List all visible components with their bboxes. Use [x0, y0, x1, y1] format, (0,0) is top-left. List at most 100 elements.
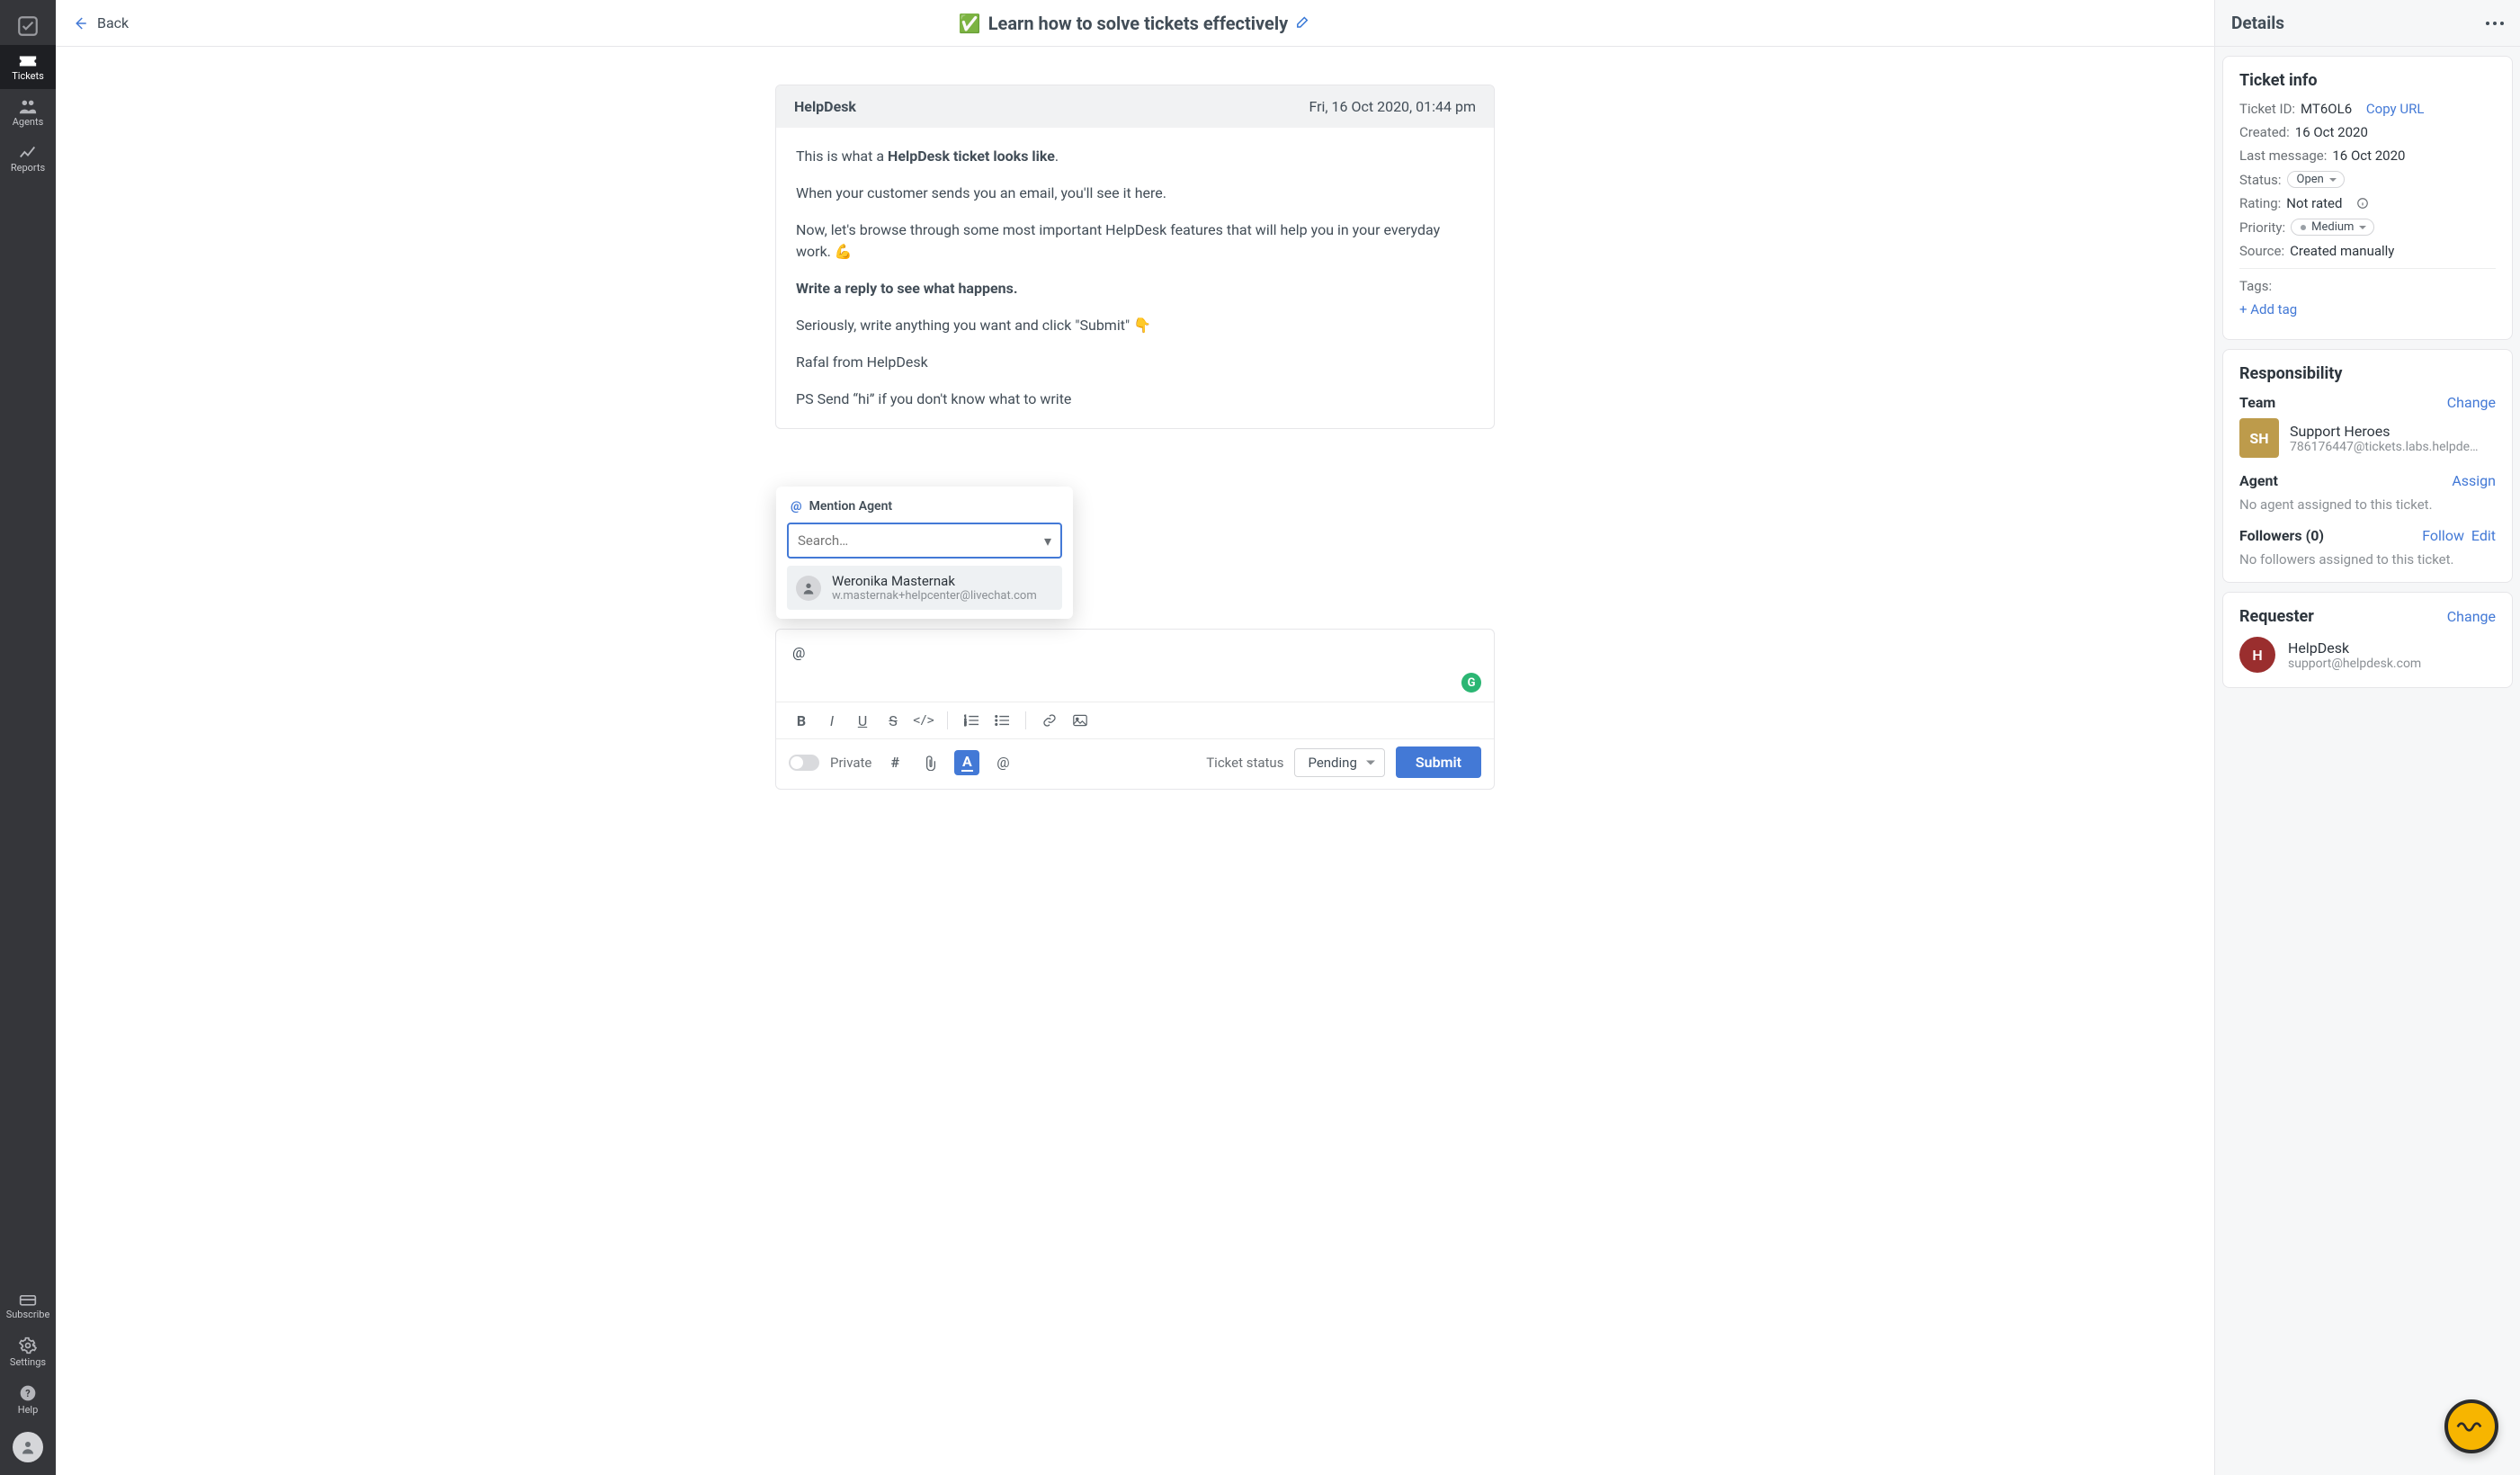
follow-link[interactable]: Follow [2422, 527, 2464, 544]
sidebar-item-label: Settings [10, 1356, 46, 1368]
requester-email: support@helpdesk.com [2288, 657, 2421, 671]
status-pill[interactable]: Open [2287, 171, 2345, 188]
section-title: Team [2239, 394, 2275, 411]
requester-card: RequesterChange H HelpDesk support@helpd… [2222, 592, 2513, 688]
private-toggle[interactable] [789, 755, 819, 771]
sidebar-item-tickets[interactable]: Tickets [0, 45, 56, 89]
field-label: Priority: [2239, 219, 2285, 236]
private-label: Private [830, 755, 871, 771]
italic-button[interactable]: I [819, 708, 844, 733]
reply-box: @ Mention Agent ▾ Weronika [775, 629, 1495, 790]
msg-text: PS Send “hi” if you don't know what to w… [796, 389, 1474, 411]
ordered-list-button[interactable]: 123 [959, 708, 984, 733]
priority-pill[interactable]: Medium [2291, 219, 2374, 236]
submit-button[interactable]: Submit [1396, 746, 1481, 778]
back-label: Back [97, 14, 129, 31]
lastmsg-date: 16 Oct 2020 [2332, 148, 2405, 164]
msg-text: Seriously, write anything you want and c… [796, 315, 1474, 337]
status-value: Pending [1308, 755, 1356, 771]
edit-followers-link[interactable]: Edit [2471, 527, 2496, 544]
person-icon [796, 576, 821, 601]
field-label: Source: [2239, 243, 2284, 259]
copy-url-link[interactable]: Copy URL [2366, 101, 2425, 117]
team-email: 786176447@tickets.labs.helpdesk… [2290, 440, 2479, 454]
app-logo [14, 13, 41, 40]
add-tag-link[interactable]: + Add tag [2239, 301, 2297, 317]
more-button[interactable] [2486, 22, 2504, 25]
info-icon[interactable] [2356, 197, 2369, 210]
mention-search-input[interactable] [798, 532, 1044, 549]
mention-option-email: w.masternak+helpcenter@livechat.com [832, 589, 1037, 603]
ticket-status-label: Ticket status [1206, 755, 1283, 771]
sidebar-item-agents[interactable]: Agents [0, 89, 56, 135]
sidebar-item-settings[interactable]: Settings [0, 1328, 56, 1375]
sidebar-item-label: Subscribe [6, 1309, 50, 1320]
sidebar-item-label: Agents [13, 116, 44, 128]
chat-icon [2456, 1419, 2487, 1435]
ticket-status-select[interactable]: Pending [1294, 748, 1384, 777]
assign-agent-link[interactable]: Assign [2452, 472, 2496, 489]
priority-value: Medium [2311, 220, 2354, 234]
format-toolbar: B I U S </> 123 [776, 702, 1494, 738]
requester-badge: H [2239, 637, 2275, 673]
back-button[interactable]: Back [72, 14, 129, 31]
source-value: Created manually [2290, 243, 2394, 259]
message-date: Fri, 16 Oct 2020, 01:44 pm [1309, 98, 1476, 115]
strike-button[interactable]: S [880, 708, 906, 733]
mention-option[interactable]: Weronika Masternak w.masternak+helpcente… [787, 566, 1062, 610]
field-label: Created: [2239, 124, 2290, 140]
mention-search[interactable]: ▾ [787, 523, 1062, 559]
section-title: Agent [2239, 472, 2278, 489]
title-text: Learn how to solve tickets effectively [988, 13, 1288, 34]
mention-button[interactable]: @ [990, 750, 1015, 775]
user-avatar[interactable] [13, 1432, 43, 1462]
message-from: HelpDesk [794, 98, 856, 115]
section-title: Followers (0) [2239, 527, 2324, 544]
mention-option-name: Weronika Masternak [832, 573, 1037, 589]
team-row: SH Support Heroes 786176447@tickets.labs… [2239, 418, 2496, 458]
image-button[interactable] [1068, 708, 1093, 733]
svg-text:3: 3 [964, 723, 967, 728]
grammarly-icon[interactable]: G [1461, 673, 1481, 693]
field-label: Status: [2239, 172, 2282, 188]
card-title: Responsibility [2239, 364, 2496, 383]
chevron-down-icon: ▾ [1044, 532, 1051, 550]
code-button[interactable]: </> [911, 708, 936, 733]
edit-title-button[interactable] [1295, 13, 1311, 34]
change-team-link[interactable]: Change [2447, 394, 2496, 411]
msg-text: HelpDesk ticket looks like [888, 148, 1055, 165]
team-badge: SH [2239, 418, 2279, 458]
underline-button[interactable]: U [850, 708, 875, 733]
sidebar-item-help[interactable]: ? Help [0, 1375, 56, 1423]
msg-text: This is what a [796, 148, 888, 165]
link-button[interactable] [1037, 708, 1062, 733]
card-title: Requester [2239, 607, 2314, 626]
sidebar-item-subscribe[interactable]: Subscribe [0, 1283, 56, 1328]
separator [947, 711, 948, 729]
canned-response-button[interactable]: # [882, 750, 907, 775]
details-title: Details [2231, 13, 2284, 33]
chat-fab[interactable] [2444, 1399, 2498, 1453]
card-title: Ticket info [2239, 71, 2496, 90]
message-header: HelpDesk Fri, 16 Oct 2020, 01:44 pm [776, 85, 1494, 128]
text-color-button[interactable]: A [954, 750, 979, 775]
svg-text:?: ? [25, 1388, 30, 1399]
priority-dot-icon [2301, 225, 2306, 230]
sidebar-item-label: Reports [11, 162, 45, 174]
reply-content: @ [792, 644, 805, 661]
separator [1025, 711, 1026, 729]
status-value: Open [2297, 173, 2324, 186]
page-title: ✅ Learn how to solve tickets effectively [959, 13, 1311, 34]
field-label: Ticket ID: [2239, 101, 2295, 117]
unordered-list-button[interactable] [989, 708, 1014, 733]
svg-text:2: 2 [964, 719, 967, 724]
bold-button[interactable]: B [789, 708, 814, 733]
arrow-left-icon [72, 15, 88, 31]
attachment-button[interactable] [918, 750, 943, 775]
ticket-info-card: Ticket info Ticket ID:MT6OL6 Copy URL Cr… [2222, 56, 2513, 340]
sidebar-item-reports[interactable]: Reports [0, 135, 56, 181]
message-body: This is what a HelpDesk ticket looks lik… [776, 128, 1494, 428]
reply-textarea[interactable]: @ G [776, 630, 1494, 702]
reply-footer: Private # A @ Ticket status Pending Subm… [776, 738, 1494, 789]
change-requester-link[interactable]: Change [2447, 608, 2496, 625]
